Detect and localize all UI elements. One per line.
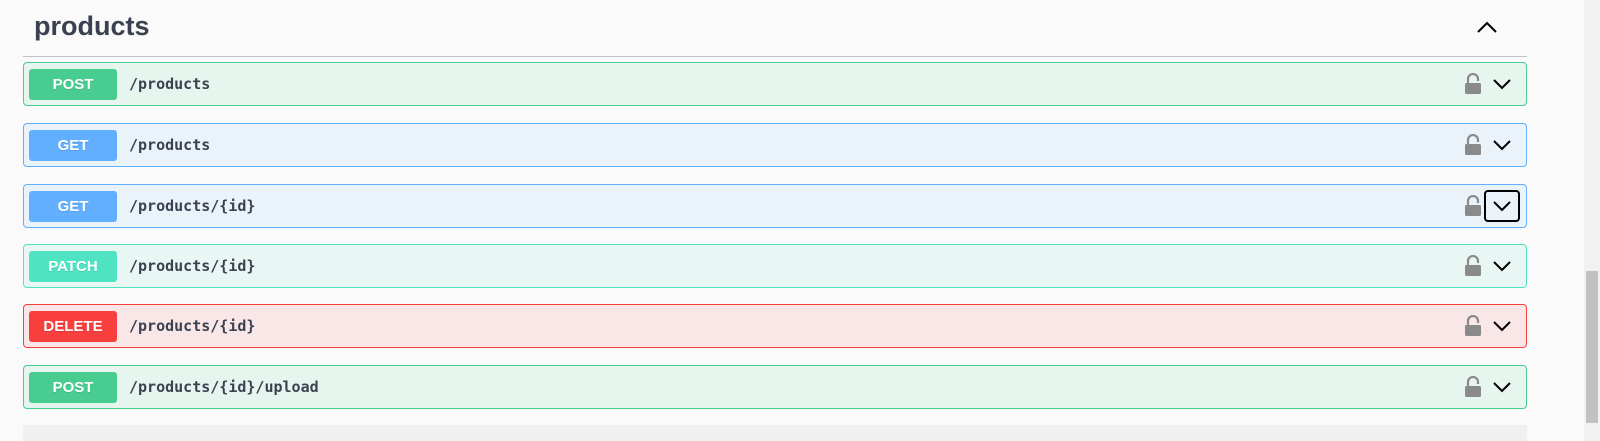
endpoint-path: /products/{id}/upload [129, 378, 319, 396]
opblock-post-products[interactable]: POST /products [23, 62, 1527, 106]
chevron-down-icon [1493, 201, 1511, 212]
method-badge: POST [29, 69, 117, 100]
endpoint-path: /products/{id} [129, 197, 256, 215]
endpoint-path: /products/{id} [129, 317, 256, 335]
section-header[interactable]: products [23, 0, 1527, 57]
expand-operation-button[interactable] [1484, 190, 1520, 222]
scrollbar-thumb[interactable] [1586, 271, 1598, 423]
opblock-delete-product[interactable]: DELETE /products/{id} [23, 304, 1527, 348]
method-badge: GET [29, 130, 117, 161]
lock-icon[interactable] [1464, 195, 1482, 217]
expand-operation-button[interactable] [1484, 68, 1520, 100]
method-badge: DELETE [29, 311, 117, 342]
lock-icon[interactable] [1464, 255, 1482, 277]
chevron-down-icon [1493, 321, 1511, 332]
chevron-down-icon [1493, 79, 1511, 90]
collapse-section-button[interactable] [1474, 14, 1500, 40]
lock-icon[interactable] [1464, 73, 1482, 95]
products-section: products POST /products GET /products GE… [23, 0, 1527, 441]
expand-operation-button[interactable] [1484, 371, 1520, 403]
expand-operation-button[interactable] [1484, 129, 1520, 161]
chevron-up-icon [1477, 21, 1497, 33]
expand-operation-button[interactable] [1484, 310, 1520, 342]
endpoint-path: /products [129, 136, 211, 154]
lock-icon[interactable] [1464, 315, 1482, 337]
opblock-get-products[interactable]: GET /products [23, 123, 1527, 167]
chevron-down-icon [1493, 382, 1511, 393]
section-title[interactable]: products [34, 11, 150, 42]
opblock-post-product-upload[interactable]: POST /products/{id}/upload [23, 365, 1527, 409]
next-section-edge [23, 425, 1527, 441]
chevron-down-icon [1493, 140, 1511, 151]
expand-operation-button[interactable] [1484, 250, 1520, 282]
method-badge: PATCH [29, 251, 117, 282]
method-badge: GET [29, 191, 117, 222]
chevron-down-icon [1493, 261, 1511, 272]
endpoint-path: /products [129, 75, 211, 93]
method-badge: POST [29, 372, 117, 403]
lock-icon[interactable] [1464, 134, 1482, 156]
opblock-get-product-by-id[interactable]: GET /products/{id} [23, 184, 1527, 228]
opblock-patch-product[interactable]: PATCH /products/{id} [23, 244, 1527, 288]
lock-icon[interactable] [1464, 376, 1482, 398]
vertical-scrollbar[interactable] [1584, 0, 1600, 441]
endpoint-path: /products/{id} [129, 257, 256, 275]
